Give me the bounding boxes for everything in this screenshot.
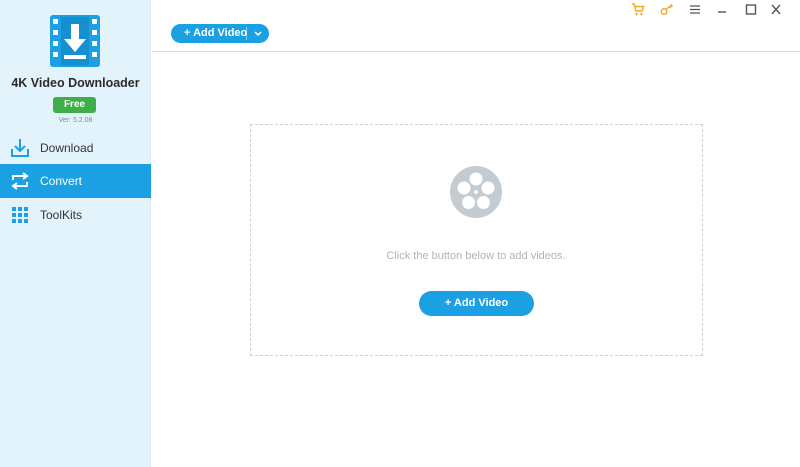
app-logo-icon bbox=[50, 15, 100, 67]
add-video-label: + Add Video bbox=[184, 27, 248, 39]
sidebar-item-label: Download bbox=[40, 141, 94, 155]
menu-icon bbox=[690, 4, 700, 14]
sidebar: 4K Video Downloader Free Ver: 5.2.08 Dow… bbox=[0, 0, 151, 467]
film-reel-icon bbox=[450, 166, 502, 218]
minimize-icon bbox=[718, 10, 726, 13]
license-key-button[interactable] bbox=[657, 1, 677, 17]
version-label: Ver: 5.2.08 bbox=[58, 117, 93, 124]
sidebar-item-label: Convert bbox=[40, 174, 83, 188]
sidebar-item-label: ToolKits bbox=[40, 208, 83, 222]
close-button[interactable] bbox=[766, 1, 786, 17]
cart-icon bbox=[632, 2, 645, 15]
convert-icon bbox=[11, 172, 29, 190]
sidebar-item-toolkits[interactable]: ToolKits bbox=[0, 198, 151, 232]
download-icon bbox=[11, 139, 29, 157]
maximize-button[interactable] bbox=[741, 1, 761, 17]
minimize-button[interactable] bbox=[712, 1, 732, 17]
add-video-button[interactable]: + Add Video bbox=[419, 291, 534, 316]
toolbar-divider bbox=[152, 51, 800, 52]
key-icon bbox=[660, 3, 673, 15]
close-icon bbox=[771, 4, 781, 14]
add-video-dropdown-button[interactable]: + Add Video bbox=[171, 24, 269, 43]
app-title: 4K Video Downloader bbox=[11, 76, 140, 90]
cart-button[interactable] bbox=[628, 1, 648, 17]
menu-button[interactable] bbox=[685, 1, 705, 17]
free-badge[interactable]: Free bbox=[53, 97, 96, 113]
empty-state-hint: Click the button below to add videos. bbox=[386, 250, 566, 262]
sidebar-item-convert[interactable]: Convert bbox=[0, 164, 151, 198]
sidebar-item-download[interactable]: Download bbox=[0, 131, 151, 165]
drop-zone[interactable]: Click the button below to add videos. + … bbox=[250, 124, 703, 356]
grid-icon bbox=[12, 207, 28, 223]
button-divider bbox=[246, 27, 247, 40]
chevron-down-icon[interactable] bbox=[253, 29, 263, 39]
maximize-icon bbox=[745, 3, 757, 15]
